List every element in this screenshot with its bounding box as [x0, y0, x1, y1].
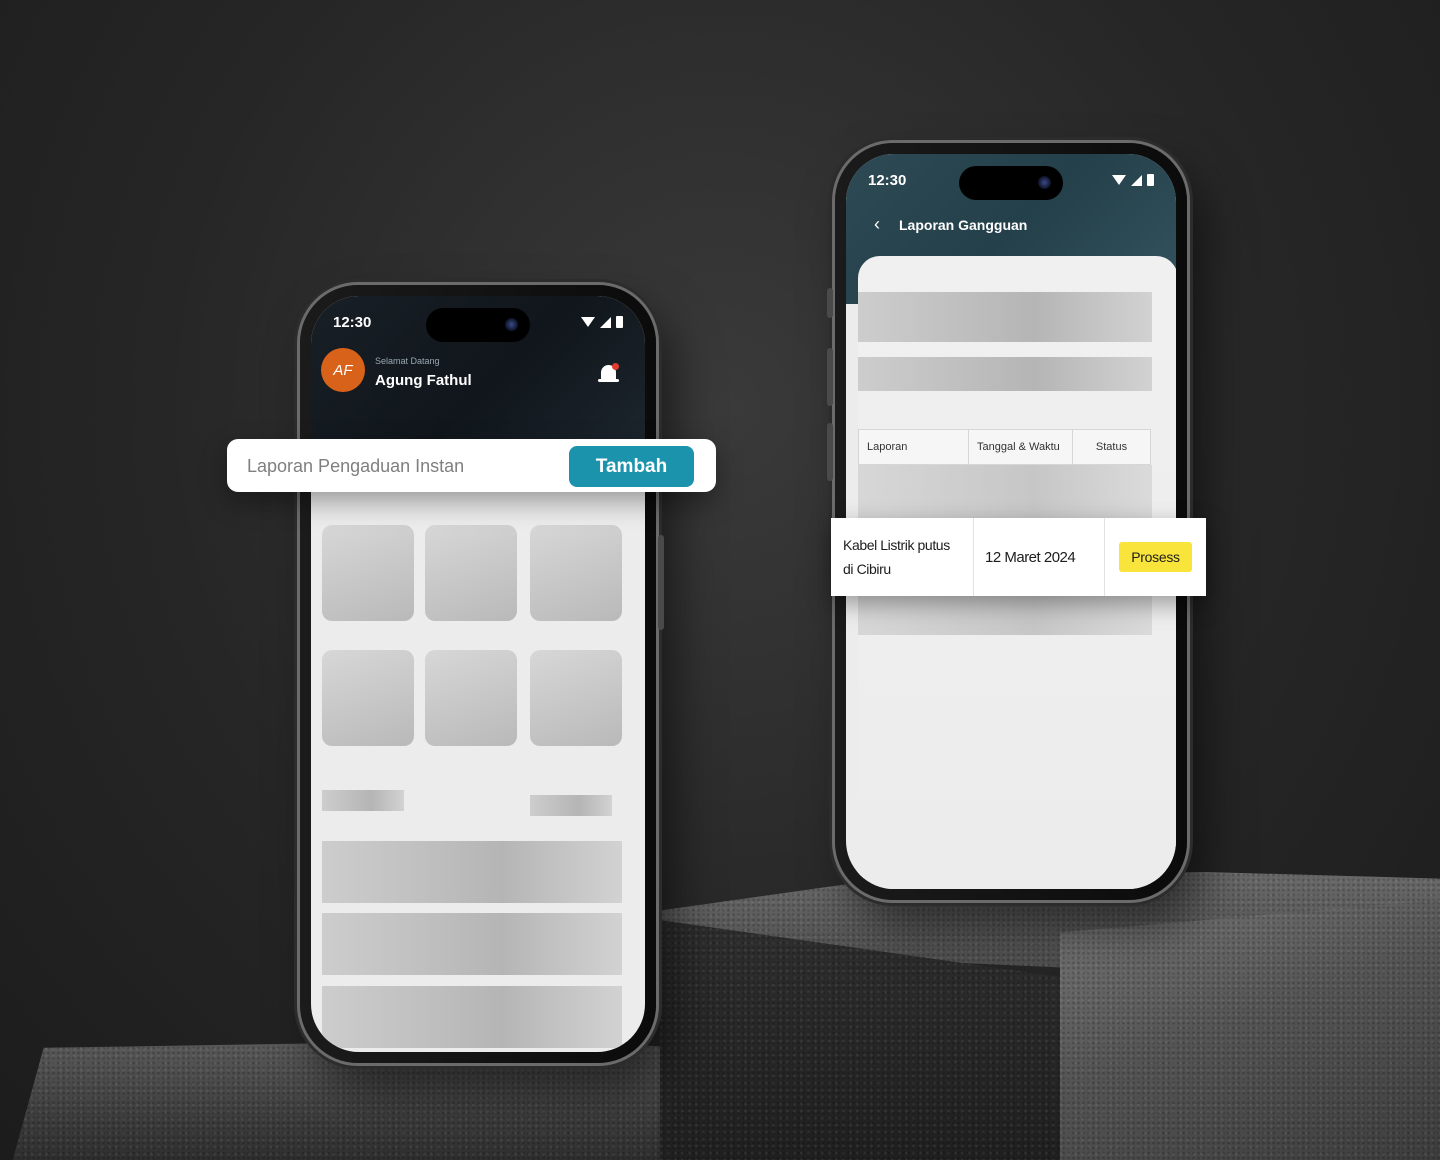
volume-button [827, 423, 833, 481]
menu-tile[interactable] [322, 525, 414, 621]
volume-button [827, 348, 833, 406]
battery-icon [616, 316, 623, 328]
list-item[interactable] [322, 986, 622, 1048]
menu-tile[interactable] [425, 525, 517, 621]
greeting-label: Selamat Datang [375, 356, 440, 366]
back-icon[interactable]: ‹ [874, 214, 880, 234]
column-header-date: Tanggal & Waktu [969, 430, 1073, 464]
add-button[interactable]: Tambah [569, 446, 694, 487]
list-item[interactable] [322, 841, 622, 903]
report-title-line2: di Cibiru [843, 561, 891, 577]
dynamic-island [426, 308, 530, 342]
notification-dot-icon [612, 363, 619, 370]
report-date: 12 Maret 2024 [974, 518, 1105, 596]
status-time: 12:30 [333, 313, 372, 331]
battery-icon [1147, 174, 1154, 186]
notification-button[interactable] [598, 363, 620, 387]
right-pedestal-side [1060, 900, 1440, 1160]
filter-placeholder[interactable] [858, 292, 1152, 342]
table-header: Laporan Tanggal & Waktu Status [858, 429, 1151, 465]
mockup-scene: 12:30 AF Selamat Datang Agung Fathul 12:… [0, 0, 1440, 1160]
home-screen: 12:30 AF Selamat Datang Agung Fathul [311, 296, 645, 1052]
see-all-placeholder[interactable] [530, 795, 612, 816]
search-placeholder[interactable] [858, 357, 1152, 391]
page-title: Laporan Gangguan [899, 217, 1028, 233]
home-phone: 12:30 AF Selamat Datang Agung Fathul [300, 285, 664, 1063]
column-header-report: Laporan [859, 430, 969, 464]
status-badge[interactable]: Prosess [1119, 542, 1192, 572]
quick-report-bar: Tambah [227, 439, 716, 492]
power-button [658, 535, 664, 630]
camera-icon [1038, 176, 1051, 189]
status-time: 12:30 [868, 171, 907, 189]
camera-icon [505, 318, 518, 331]
signal-icon [1131, 174, 1142, 186]
menu-tile[interactable] [530, 525, 622, 621]
user-name: Agung Fathul [375, 372, 472, 389]
report-title-line1: Kabel Listrik putus [843, 537, 950, 553]
list-item[interactable] [322, 913, 622, 975]
signal-icon [600, 316, 611, 328]
menu-tile[interactable] [425, 650, 517, 746]
section-heading-placeholder [322, 790, 404, 811]
report-cell: Kabel Listrik putus di Cibiru [831, 518, 974, 596]
home-header: 12:30 AF Selamat Datang Agung Fathul [311, 296, 645, 446]
menu-tile[interactable] [530, 650, 622, 746]
menu-tile[interactable] [322, 650, 414, 746]
volume-button [827, 288, 833, 318]
wifi-icon [581, 317, 595, 327]
table-row[interactable]: Kabel Listrik putus di Cibiru 12 Maret 2… [831, 518, 1206, 596]
column-header-status: Status [1095, 441, 1128, 453]
status-cell: Prosess [1105, 518, 1206, 596]
avatar[interactable]: AF [321, 348, 365, 392]
status-icons [1112, 174, 1154, 186]
wifi-icon [1112, 175, 1126, 185]
dynamic-island [959, 166, 1063, 200]
quick-report-input[interactable] [247, 452, 577, 480]
status-icons [581, 316, 623, 328]
